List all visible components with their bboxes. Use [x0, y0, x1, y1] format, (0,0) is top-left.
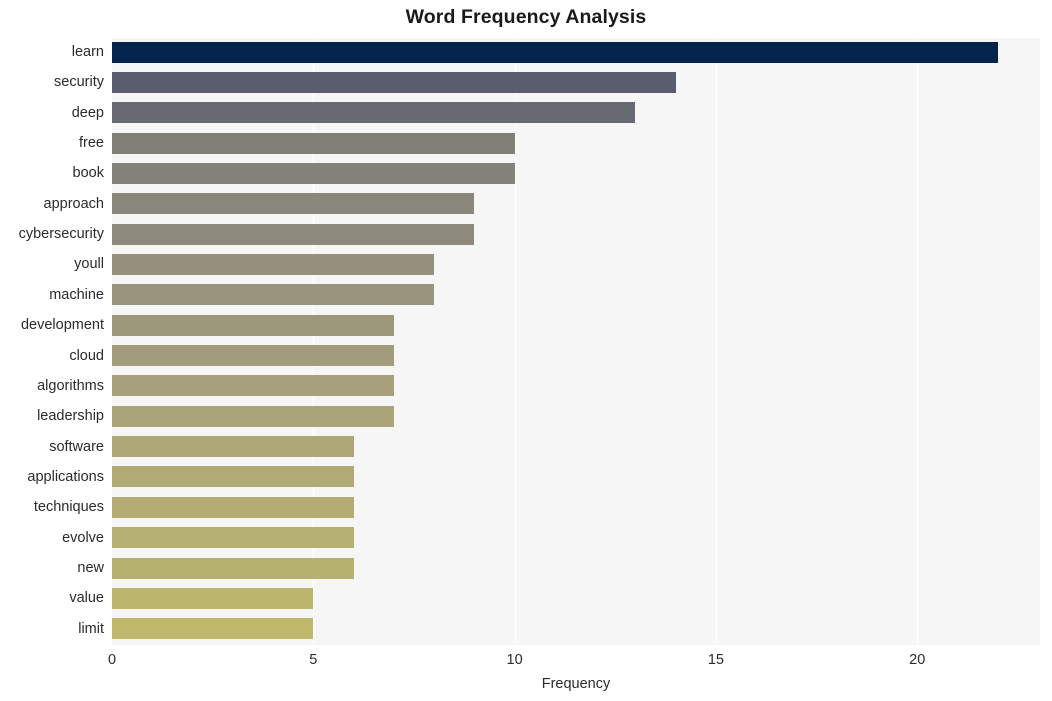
y-tick-algorithms: algorithms — [37, 377, 104, 394]
y-tick-applications: applications — [27, 468, 104, 485]
bar-row — [112, 129, 1040, 157]
chart-title: Word Frequency Analysis — [405, 6, 647, 28]
bar-cybersecurity — [112, 223, 475, 245]
y-tick-development: development — [20, 317, 104, 334]
bar-limit — [112, 618, 314, 640]
bar-row — [112, 68, 1040, 96]
x-tick-15: 15 — [707, 652, 724, 668]
bar-applications — [112, 466, 354, 488]
bar-leadership — [112, 405, 394, 427]
bar-value — [112, 587, 314, 609]
y-tick-learn: learn — [71, 44, 104, 60]
y-tick-value: value — [69, 590, 104, 607]
bar-evolve — [112, 527, 354, 549]
bar-row — [112, 250, 1040, 278]
bar-row — [112, 190, 1040, 218]
bar-row — [112, 402, 1040, 430]
x-tick-0: 0 — [107, 652, 117, 668]
y-tick-approach: approach — [43, 195, 104, 212]
bar-algorithms — [112, 375, 394, 397]
bar-row — [112, 159, 1040, 187]
bar-row — [112, 38, 1040, 66]
y-tick-new: new — [77, 559, 104, 576]
y-tick-deep: deep — [71, 104, 104, 121]
bar-deep — [112, 102, 636, 124]
x-axis-label: Frequency — [541, 676, 611, 692]
y-tick-techniques: techniques — [33, 499, 104, 516]
y-tick-cloud: cloud — [69, 347, 104, 364]
x-axis: 0 5 10 15 20 Frequency — [0, 645, 1052, 701]
bar-row — [112, 342, 1040, 370]
y-tick-evolve: evolve — [62, 529, 104, 546]
y-tick-youll: youll — [74, 256, 104, 273]
y-tick-limit: limit — [78, 620, 104, 637]
bar-row — [112, 584, 1040, 612]
bar-row — [112, 220, 1040, 248]
bar-row — [112, 372, 1040, 400]
bar-development — [112, 314, 394, 336]
y-tick-machine: machine — [49, 286, 104, 303]
bar-learn — [112, 41, 998, 63]
x-tick-20: 20 — [909, 652, 926, 668]
bar-book — [112, 162, 515, 184]
y-tick-free: free — [79, 135, 104, 152]
bar-row — [112, 311, 1040, 339]
bar-youll — [112, 254, 435, 276]
bar-row — [112, 433, 1040, 461]
x-tick-10: 10 — [506, 652, 523, 668]
y-axis-tick-labels: learn security deep free book approach cyberse… — [0, 38, 104, 645]
bar-row — [112, 463, 1040, 491]
bar-row — [112, 524, 1040, 552]
y-tick-software: software — [49, 438, 104, 455]
bar-row — [112, 99, 1040, 127]
bar-row — [112, 281, 1040, 309]
bar-machine — [112, 284, 435, 306]
bar-security — [112, 71, 676, 93]
bar-row — [112, 615, 1040, 643]
bar-new — [112, 557, 354, 579]
bar-cloud — [112, 345, 394, 367]
plot-area — [112, 38, 1040, 645]
bar-approach — [112, 193, 475, 215]
bar-software — [112, 436, 354, 458]
y-tick-book: book — [72, 165, 104, 182]
y-tick-leadership: leadership — [37, 408, 104, 425]
chart-figure: Word Frequency Analysis learn security dee… — [0, 0, 1052, 701]
x-tick-5: 5 — [309, 652, 318, 668]
bar-row — [112, 554, 1040, 582]
y-tick-security: security — [54, 74, 104, 91]
bar-techniques — [112, 496, 354, 518]
bar-row — [112, 493, 1040, 521]
bar-free — [112, 132, 515, 154]
y-tick-cybersecurity: cybersecurity — [18, 226, 104, 243]
